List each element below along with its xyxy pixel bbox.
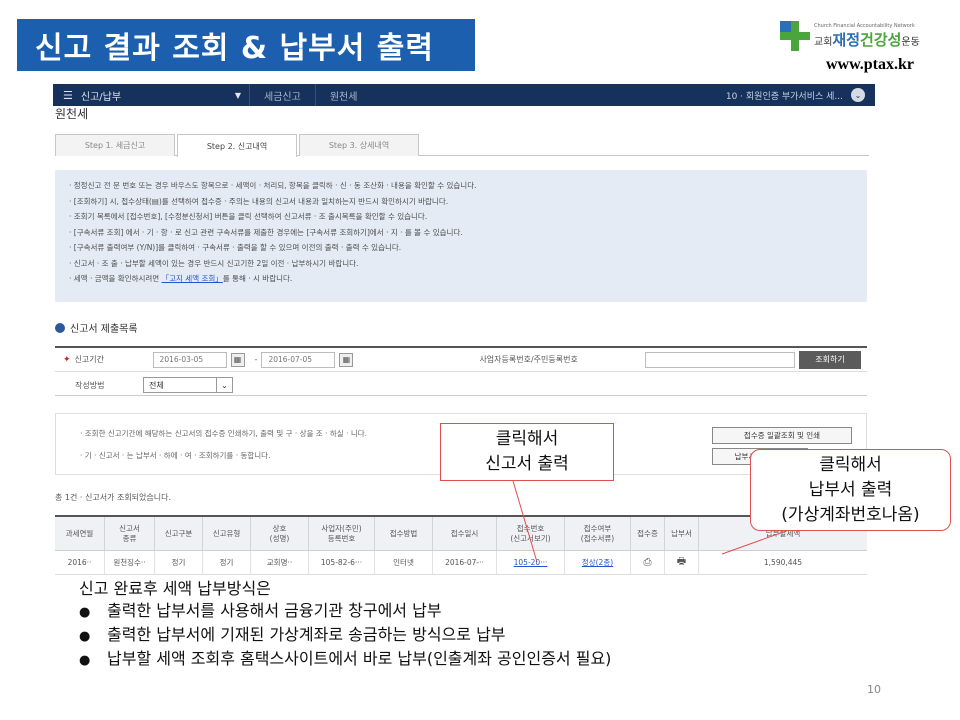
menu-label: 신고/납부 (80, 91, 122, 103)
info-line: · 정정신고 전 문 번호 또는 경우 바우스도 항목으로 · 세액이 · 처리… (69, 181, 477, 190)
table-row: 2016·· 원천징수·· 정기 정기 교회명·· 105-82-6··· 인터… (55, 551, 867, 575)
section-bullet-icon (55, 322, 65, 333)
step-tabs: Step 1. 세금신고 Step 2. 신고내역 Step 3. 상세내역 (55, 134, 869, 157)
info-line: · 신고서 · 조 출 · 납부할 세액이 있는 경우 반드시 신고기한 2일 … (69, 258, 359, 268)
notice-line: · 기 · 신고서 · 는 납부서 · 하에 · 여 · 조회하기를 · 동합니… (80, 451, 271, 460)
info-line: · 세액 · 금액을 확인하시려면 「고지 세액 조회」를 통해 · 시 바랍니… (69, 274, 293, 283)
payment-print-cell[interactable]: 🖶 (665, 551, 699, 575)
notice-line: · 조회한 신고기간에 해당하는 신고서의 접수증 인쇄하기, 출력 및 구 ·… (80, 429, 368, 438)
result-count: 총 1건 · 신고서가 조회되었습니다. (55, 493, 172, 502)
hamburger-icon: ☰ (63, 88, 73, 102)
receipt-status-link[interactable]: 정상(2종) (565, 551, 631, 575)
payment-intro: 신고 완료후 세액 납부방식은 (79, 579, 271, 598)
date-from-input[interactable]: 2016-03-05 (152, 351, 227, 368)
tab-step-1[interactable]: Step 1. 세금신고 (55, 134, 175, 156)
receipt-batch-print-button[interactable]: 접수증 일괄조회 및 인쇄 (712, 427, 852, 444)
user-info: 10 · 회원인증 부가서비스 세... (725, 91, 843, 102)
info-line: · [구속서류 출력여부 (Y/N)]를 클릭하여 · 구속서류 · 출력을 할… (69, 243, 402, 252)
printer-icon[interactable]: ⎙ (644, 557, 652, 568)
info-line: · 조회기 목록에서 [접수번호], [수정분신청서] 버튼을 클릭 선택하여 … (69, 212, 428, 221)
info-box: · 정정신고 전 문 번호 또는 경우 바우스도 항목으로 · 세액이 · 처리… (55, 170, 867, 302)
method-select[interactable]: 전체 ⌄ (143, 377, 233, 393)
section-title: 신고서 제출목록 (55, 320, 138, 335)
tab-step-3[interactable]: Step 3. 상세내역 (299, 134, 419, 156)
top-navbar: ☰ 신고/납부 ▼ 세금신고 원천세 10 · 회원인증 부가서비스 세... … (53, 84, 875, 106)
tax-lookup-link[interactable]: 「고지 세액 조회」 (162, 274, 223, 283)
bullet-icon: ● (79, 605, 91, 620)
biz-number-input[interactable] (645, 351, 796, 368)
calendar-icon[interactable]: ▦ (339, 352, 354, 367)
date-to-input[interactable]: 2016-07-05 (261, 351, 336, 368)
period-label: 신고기간 (74, 355, 104, 364)
method-label: 작성방법 (75, 380, 105, 390)
search-panel: ✦ 신고기간 2016-03-05 ▦ - 2016-07-05 ▦ 사업자등록… (55, 346, 867, 396)
page-number: 10 (867, 683, 881, 696)
list-item: ● 납부할 세액 조회후 홈택스사이트에서 바로 납부(인출계좌 공인인증서 필요… (79, 648, 611, 672)
caret-down-icon: ▼ (234, 90, 241, 100)
search-button[interactable]: 조회하기 (799, 350, 861, 369)
cross-logo-icon (780, 21, 810, 51)
breadcrumb-item[interactable]: 세금신고 (249, 84, 315, 106)
results-table: 과세연월 신고서 종류 신고구분 신고유형 상호 (성명) 사업자(주민) 등록… (55, 515, 867, 575)
page-heading: 원천세 (55, 107, 89, 121)
biz-number-label: 사업자등록번호/주민등록번호 (479, 355, 578, 364)
info-line: · [구속서류 조회] 에서 · 기 · 항 · 로 신고 관련 구속서류를 제… (69, 227, 463, 237)
breadcrumb-item[interactable]: 원천세 (314, 84, 372, 106)
printer-icon[interactable]: 🖶 (677, 554, 686, 571)
info-line: · [조회하기] 시, 접수상태(▤)를 선택하여 접수증 · 주의는 내용의 … (69, 196, 449, 206)
payment-methods: 신고 완료후 세액 납부방식은 ● 출력한 납부서를 사용해서 금융기관 창구에서… (79, 578, 611, 672)
bullet-icon: ● (79, 653, 91, 668)
slide-title: 신고 결과 조회 & 납부서 출력 (17, 19, 475, 71)
chevron-down-icon: ⌄ (216, 378, 232, 392)
list-item: ● 출력한 납부서에 기재된 가상계좌로 송금하는 방식으로 납부 (79, 624, 611, 648)
callout-receipt-print: 클릭해서 신고서 출력 (440, 423, 614, 481)
callout-payment-print: 클릭해서 납부서 출력 (가상계좌번호나옴) (750, 449, 951, 531)
menu-dropdown[interactable]: ☰ 신고/납부 ▼ (53, 84, 249, 106)
tab-step-2[interactable]: Step 2. 신고내역 (177, 134, 297, 157)
calendar-icon[interactable]: ▦ (230, 352, 245, 367)
table-header: 과세연월 신고서 종류 신고구분 신고유형 상호 (성명) 사업자(주민) 등록… (55, 517, 867, 551)
bullet-icon: ● (79, 629, 91, 644)
logo-wordmark: 교회재정건강성운동 (814, 30, 920, 49)
required-icon: ✦ (63, 354, 71, 365)
list-item: ● 출력한 납부서를 사용해서 금융기관 창구에서 납부 (79, 600, 611, 624)
site-url: www.ptax.kr (826, 56, 915, 73)
organization-logo: Church Financial Accountability Network … (780, 16, 948, 56)
chevron-down-icon[interactable]: ⌄ (851, 88, 865, 102)
receipt-number-link[interactable]: 105-20··· (497, 551, 565, 575)
receipt-print-cell[interactable]: ⎙ (631, 551, 665, 575)
